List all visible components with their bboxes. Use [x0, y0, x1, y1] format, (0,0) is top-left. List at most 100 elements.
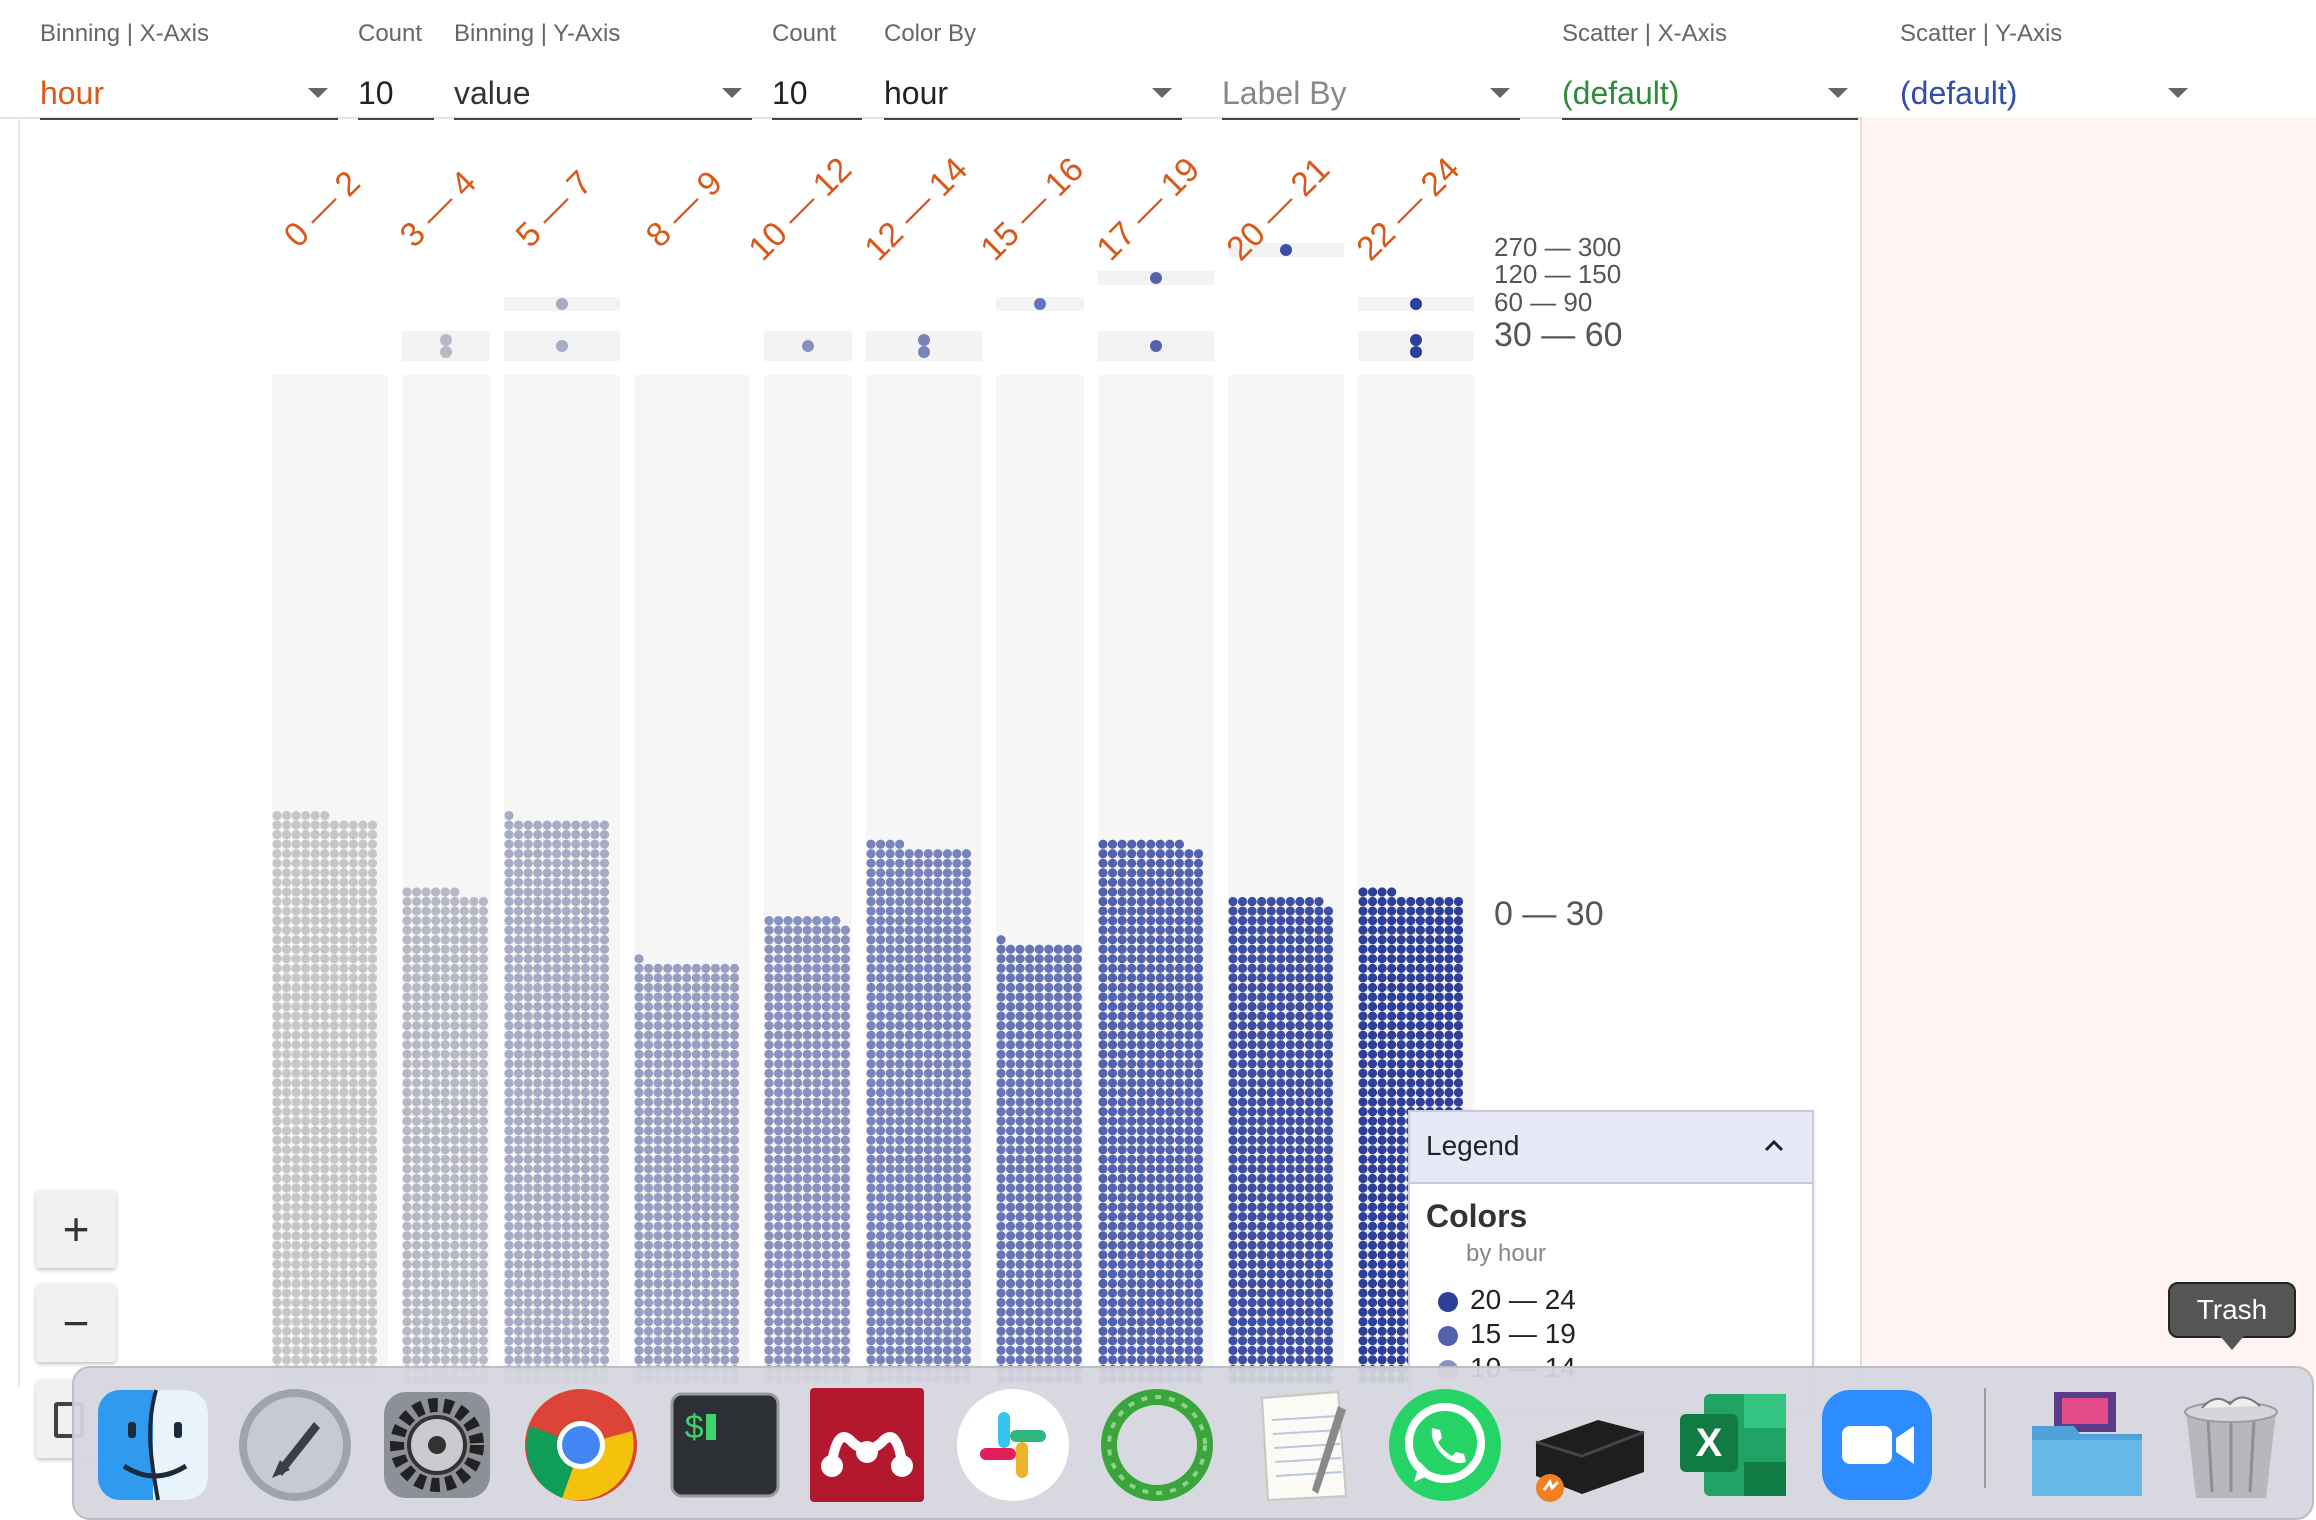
data-point [533, 1278, 543, 1289]
scatter-y-axis-value[interactable]: (default) [1900, 56, 2198, 120]
data-point [1127, 1126, 1137, 1136]
scatter-x-axis-value[interactable]: (default) [1562, 56, 1858, 120]
data-point [478, 1259, 488, 1269]
data-point [1005, 1135, 1016, 1145]
data-point [653, 1288, 663, 1298]
label-by-placeholder[interactable]: Label By [1222, 56, 1520, 120]
data-point [653, 1068, 663, 1078]
data-point [533, 963, 543, 973]
data-point [643, 1307, 654, 1317]
chevron-down-icon[interactable] [2168, 88, 2188, 98]
binning-y-axis-select[interactable]: Binning | Y-Axis value [454, 18, 752, 120]
data-point [1005, 1326, 1016, 1336]
data-point [682, 1068, 692, 1078]
data-point [821, 1240, 831, 1250]
data-point [691, 1221, 701, 1231]
count-x-input[interactable]: Count 10 [358, 18, 434, 120]
data-point [821, 1059, 831, 1069]
label-by-select[interactable]: Label By [1222, 18, 1520, 120]
data-point [710, 1068, 721, 1078]
data-point [1295, 1078, 1305, 1088]
chevron-down-icon[interactable] [1828, 88, 1848, 98]
data-point [643, 1183, 654, 1193]
data-point [504, 1345, 514, 1355]
data-point [459, 1145, 469, 1155]
chevron-down-icon[interactable] [308, 88, 328, 98]
data-point [561, 877, 571, 888]
data-point [533, 906, 543, 916]
data-point [440, 1355, 450, 1365]
count-y-value[interactable]: 10 [772, 56, 862, 120]
data-point [773, 1278, 784, 1289]
binning-y-axis-value[interactable]: value [454, 56, 752, 120]
chevron-down-icon[interactable] [1490, 88, 1510, 98]
data-point [291, 1202, 301, 1212]
data-point [402, 1154, 412, 1164]
scatter-y-axis-select[interactable]: Scatter | Y-Axis (default) [1900, 18, 2198, 120]
data-point [358, 830, 368, 840]
data-point [552, 1059, 562, 1069]
data-point [914, 1221, 924, 1231]
data-point [523, 1336, 533, 1346]
data-point [1276, 954, 1286, 964]
data-point [301, 1021, 311, 1031]
scatter-x-axis-select[interactable]: Scatter | X-Axis (default) [1562, 18, 1858, 120]
data-point [691, 1298, 701, 1308]
data-point [440, 1317, 450, 1327]
data-point [802, 1326, 812, 1336]
data-point [793, 1307, 803, 1317]
data-point [701, 1317, 711, 1327]
data-point [339, 1231, 349, 1241]
color-by-value[interactable]: hour [884, 56, 1182, 120]
data-point [542, 1078, 552, 1088]
data-point [729, 1259, 740, 1269]
data-point [1005, 1011, 1016, 1021]
data-point [421, 1336, 431, 1346]
color-by-select[interactable]: Color By hour [884, 18, 1182, 120]
data-point [1304, 1298, 1314, 1308]
data-point [1015, 1011, 1025, 1021]
data-point [1098, 1202, 1108, 1212]
data-point [1136, 1183, 1146, 1193]
data-point [682, 992, 692, 1002]
data-point [561, 1011, 571, 1021]
data-point [320, 963, 330, 973]
data-point [1193, 1192, 1204, 1203]
data-point [513, 992, 524, 1002]
data-point [367, 1068, 378, 1078]
data-point [1247, 954, 1257, 964]
data-point [561, 1116, 571, 1126]
data-point [367, 925, 378, 935]
data-point [1323, 992, 1334, 1002]
data-point [643, 1317, 654, 1327]
data-point [1228, 1192, 1238, 1203]
data-point [459, 1212, 469, 1222]
count-y-input[interactable]: Count 10 [772, 18, 862, 120]
binning-x-axis-value[interactable]: hour [40, 56, 338, 120]
binning-x-axis-select[interactable]: Binning | X-Axis hour [40, 18, 338, 120]
data-point [1285, 1030, 1295, 1040]
chevron-down-icon[interactable] [1152, 88, 1172, 98]
data-point [1193, 1097, 1204, 1107]
data-point [952, 1068, 962, 1078]
data-point [1098, 1192, 1108, 1203]
chevron-down-icon[interactable] [722, 88, 742, 98]
data-point [523, 1278, 533, 1289]
data-point [812, 1259, 822, 1269]
data-point [1146, 1278, 1156, 1289]
data-point [1072, 1173, 1082, 1184]
data-point [1155, 916, 1165, 926]
data-point [1193, 1040, 1204, 1050]
data-point [571, 1183, 581, 1193]
data-point [1127, 1326, 1137, 1336]
data-point [450, 1231, 460, 1241]
data-point [866, 896, 876, 907]
data-point [923, 992, 933, 1002]
data-point [1257, 1087, 1267, 1098]
data-point [599, 1030, 610, 1040]
data-point [504, 992, 514, 1002]
data-point [1098, 1345, 1108, 1355]
data-point [504, 810, 514, 821]
count-x-value[interactable]: 10 [358, 56, 434, 120]
data-point [469, 1030, 479, 1040]
